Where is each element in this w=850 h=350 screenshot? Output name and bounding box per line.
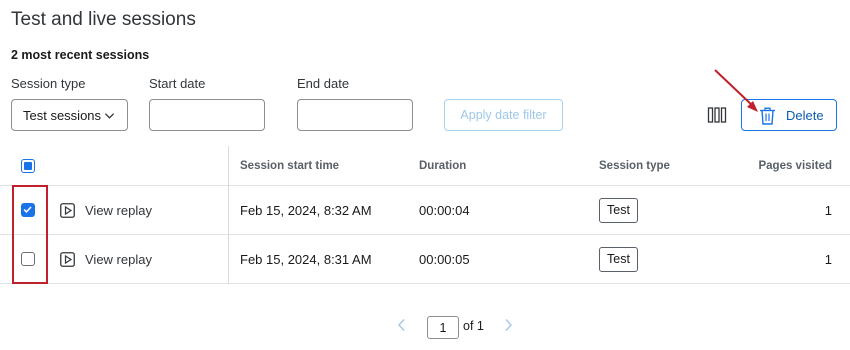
column-divider bbox=[228, 146, 229, 283]
chevron-down-icon bbox=[104, 113, 115, 119]
end-date-input[interactable] bbox=[297, 99, 413, 131]
annotation-arrow bbox=[714, 69, 758, 112]
table-row: View replay Feb 15, 2024, 8:31 AM 00:00:… bbox=[0, 235, 850, 284]
chevron-left-icon[interactable] bbox=[396, 318, 408, 332]
page-number-input[interactable]: 1 bbox=[427, 316, 459, 339]
view-replay-link[interactable]: View replay bbox=[85, 252, 152, 267]
apply-date-filter-button[interactable]: Apply date filter bbox=[444, 99, 563, 131]
play-icon[interactable] bbox=[60, 252, 75, 267]
column-header-start-time[interactable]: Session start time bbox=[240, 160, 339, 172]
chevron-right-icon[interactable] bbox=[502, 318, 514, 332]
delete-label: Delete bbox=[786, 108, 824, 123]
pages-visited: 1 bbox=[824, 203, 832, 218]
annotation-highlight-box bbox=[12, 185, 48, 284]
column-header-pages-visited[interactable]: Pages visited bbox=[758, 160, 832, 172]
column-header-duration[interactable]: Duration bbox=[419, 160, 466, 172]
apply-date-filter-label: Apply date filter bbox=[460, 108, 547, 122]
page-number-value: 1 bbox=[439, 320, 447, 335]
play-icon[interactable] bbox=[60, 203, 75, 218]
session-start-time: Feb 15, 2024, 8:31 AM bbox=[240, 252, 372, 267]
session-type-value: Test sessions bbox=[23, 107, 102, 123]
session-type-label: Session type bbox=[11, 76, 86, 91]
session-start-time: Feb 15, 2024, 8:32 AM bbox=[240, 203, 372, 218]
page-count-label: of 1 bbox=[463, 319, 484, 333]
session-type-tag: Test bbox=[599, 247, 638, 272]
session-type-select[interactable]: Test sessions bbox=[11, 99, 128, 131]
start-date-input[interactable] bbox=[149, 99, 265, 131]
view-replay-link[interactable]: View replay bbox=[85, 203, 152, 218]
page-title: Test and live sessions bbox=[11, 9, 196, 30]
session-duration: 00:00:04 bbox=[419, 203, 470, 218]
session-duration: 00:00:05 bbox=[419, 252, 470, 267]
column-header-session-type[interactable]: Session type bbox=[599, 160, 670, 172]
recent-sessions-heading: 2 most recent sessions bbox=[11, 48, 150, 62]
end-date-label: End date bbox=[297, 76, 350, 91]
pages-visited: 1 bbox=[824, 252, 832, 267]
session-type-tag: Test bbox=[599, 198, 638, 223]
start-date-label: Start date bbox=[149, 76, 206, 91]
sessions-table: Session start time Duration Session type… bbox=[0, 146, 850, 284]
table-row: View replay Feb 15, 2024, 8:32 AM 00:00:… bbox=[0, 186, 850, 235]
select-all-checkbox[interactable] bbox=[21, 159, 35, 173]
table-header: Session start time Duration Session type… bbox=[0, 146, 850, 186]
